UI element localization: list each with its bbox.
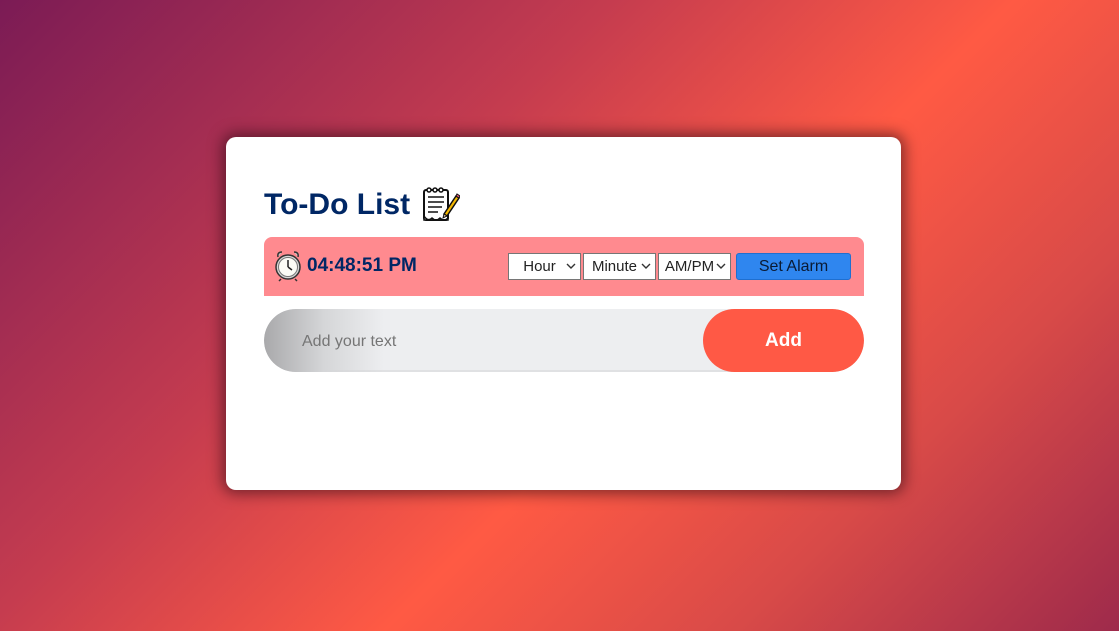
todo-app-card: To-Do List 04:48:51 PM Hour Minute AM/PM… xyxy=(226,137,901,490)
header: To-Do List xyxy=(264,183,461,227)
add-button[interactable]: Add xyxy=(703,309,864,372)
chevron-down-icon xyxy=(716,263,726,269)
page-title: To-Do List xyxy=(264,188,411,221)
notepad-pencil-icon xyxy=(418,184,461,226)
current-time: 04:48:51 PM xyxy=(307,255,417,276)
hour-select[interactable]: Hour xyxy=(508,253,581,280)
task-input[interactable] xyxy=(300,309,704,372)
ampm-select[interactable]: AM/PM xyxy=(658,253,731,280)
chevron-down-icon xyxy=(641,263,651,269)
alarm-bar: 04:48:51 PM Hour Minute AM/PM Set Alarm xyxy=(264,237,864,296)
set-alarm-button[interactable]: Set Alarm xyxy=(736,253,851,280)
add-task-row: Add xyxy=(264,309,864,372)
alarm-clock-icon xyxy=(274,250,302,282)
chevron-down-icon xyxy=(566,263,576,269)
minute-select[interactable]: Minute xyxy=(583,253,656,280)
